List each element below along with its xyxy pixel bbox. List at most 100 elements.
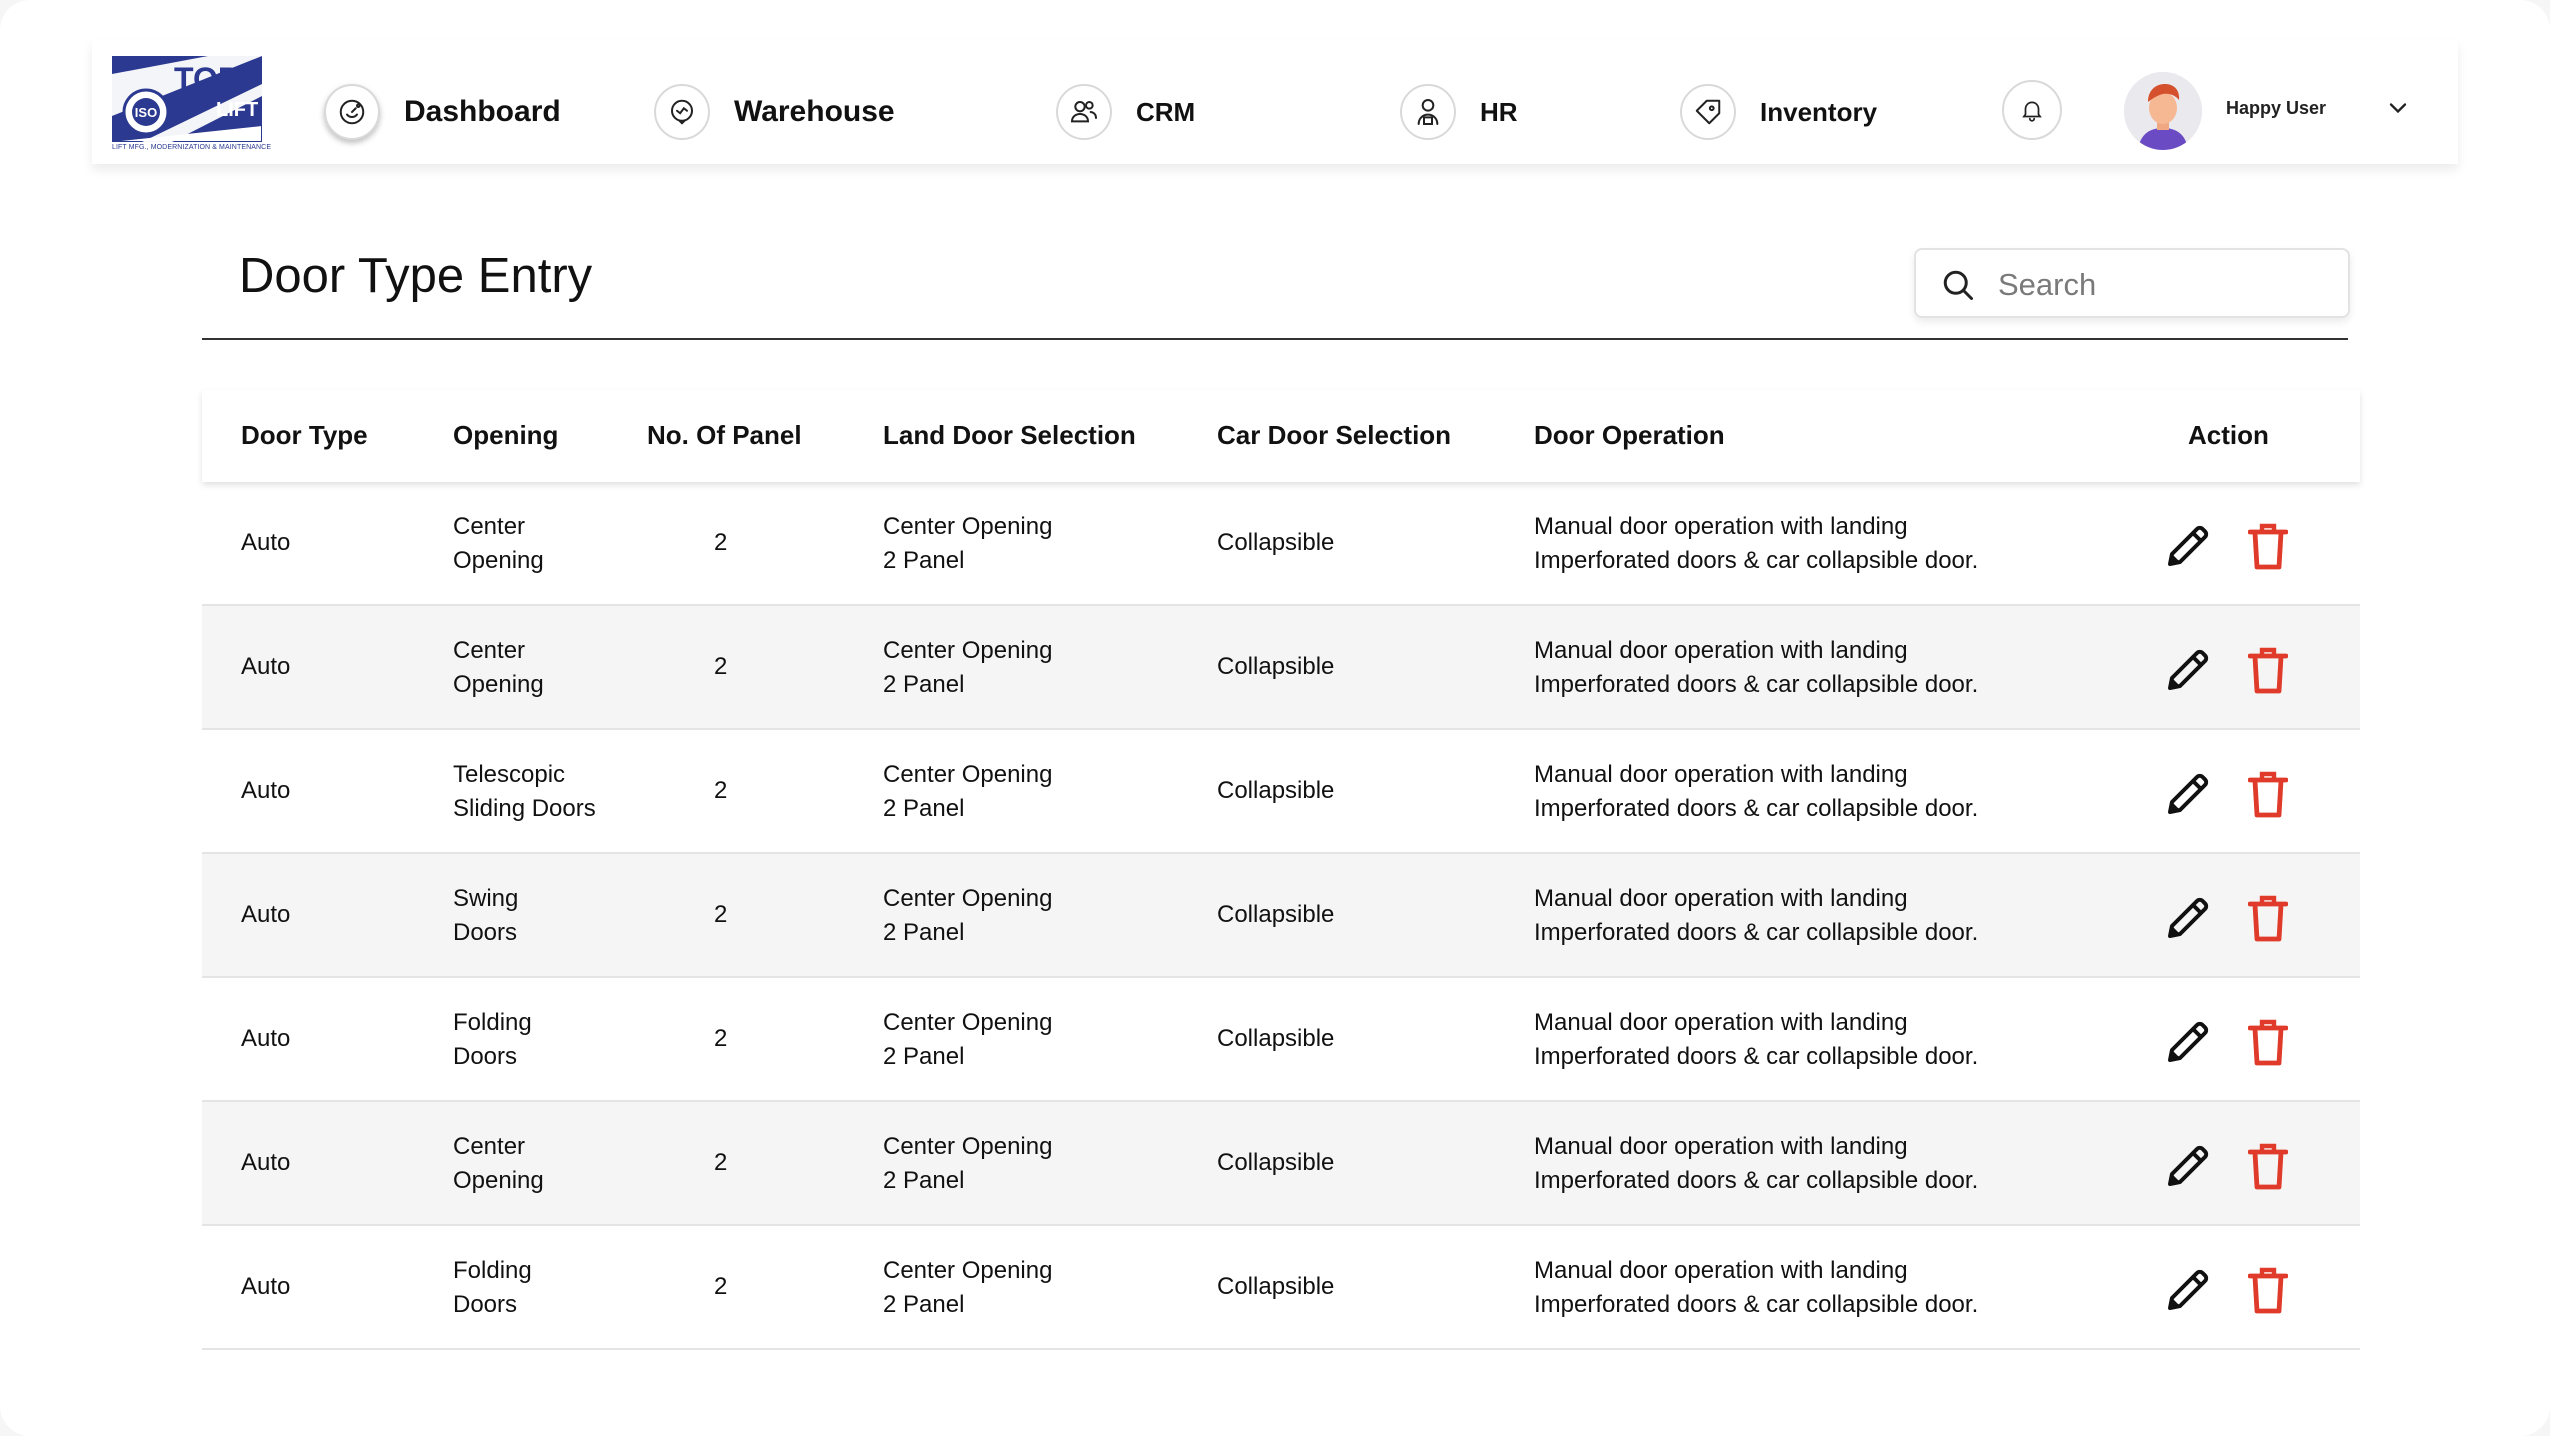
delete-trash-icon[interactable] (2248, 1018, 2288, 1066)
cell-operation: Manual door operation with landing Imperf… (1534, 761, 1979, 822)
cell-door-type: Auto (241, 1025, 291, 1052)
cell-land-door: Center Opening 2 Panel (883, 637, 1053, 698)
nav-dashboard-label: Dashboard (404, 95, 561, 128)
delete-trash-icon[interactable] (2248, 1142, 2288, 1190)
cell-land-door: Center Opening 2 Panel (883, 1009, 1053, 1070)
nav-dashboard[interactable]: Dashboard (324, 82, 561, 142)
delete-trash-icon[interactable] (2248, 770, 2288, 818)
cell-door-type: Auto (241, 777, 291, 804)
cell-opening: Folding Doors (453, 1257, 532, 1318)
delete-trash-icon[interactable] (2248, 1266, 2288, 1314)
delete-trash-icon[interactable] (2248, 646, 2288, 694)
cell-car-door: Collapsible (1217, 1273, 1335, 1300)
page-title: Door Type Entry (239, 249, 593, 303)
cell-panels: 2 (714, 1025, 728, 1052)
delete-trash-icon[interactable] (2248, 522, 2288, 570)
edit-pencil-icon[interactable] (2164, 894, 2212, 942)
edit-pencil-icon[interactable] (2164, 1142, 2212, 1190)
search-input[interactable] (1996, 262, 2330, 308)
svg-text:LIFT: LIFT (216, 99, 258, 121)
col-header-panels[interactable]: No. Of Panel (647, 420, 802, 451)
user-name[interactable]: Happy User (2226, 98, 2326, 119)
edit-pencil-icon[interactable] (2164, 522, 2212, 570)
cell-panels: 2 (714, 777, 728, 804)
tag-icon (1680, 84, 1736, 140)
cell-door-type: Auto (241, 653, 291, 680)
edit-pencil-icon[interactable] (2164, 1018, 2212, 1066)
edit-pencil-icon[interactable] (2164, 646, 2212, 694)
cell-opening: Telescopic Sliding Doors (453, 761, 596, 822)
cell-car-door: Collapsible (1217, 653, 1335, 680)
cell-operation: Manual door operation with landing Imperf… (1534, 1257, 1979, 1318)
top-navbar: ISO TOP LIFT LIFT MFG., MODERNIZATION & … (92, 40, 2458, 164)
title-divider (202, 338, 2348, 340)
cell-panels: 2 (714, 529, 728, 556)
cell-land-door: Center Opening 2 Panel (883, 1133, 1053, 1194)
col-header-opening[interactable]: Opening (453, 420, 558, 451)
cell-land-door: Center Opening 2 Panel (883, 513, 1053, 574)
company-logo[interactable]: ISO TOP LIFT LIFT MFG., MODERNIZATION & … (111, 55, 272, 156)
edit-pencil-icon[interactable] (2164, 1266, 2212, 1314)
table-row[interactable]: Auto Center Opening 2 Center Opening 2 Pan… (202, 482, 2360, 606)
cell-car-door: Collapsible (1217, 1149, 1335, 1176)
cell-opening: Folding Doors (453, 1009, 532, 1070)
cell-land-door: Center Opening 2 Panel (883, 1257, 1053, 1318)
dashboard-icon (324, 84, 380, 140)
chevron-down-icon[interactable] (2384, 94, 2412, 122)
nav-warehouse[interactable]: Warehouse (654, 82, 895, 142)
delete-trash-icon[interactable] (2248, 894, 2288, 942)
table-row[interactable]: Auto Telescopic Sliding Doors 2 Center Op… (202, 730, 2360, 854)
cell-opening: Center Opening (453, 637, 544, 698)
cell-door-type: Auto (241, 1149, 291, 1176)
cell-door-type: Auto (241, 529, 291, 556)
col-header-land-door[interactable]: Land Door Selection (883, 420, 1136, 451)
table-header: Door Type Opening No. Of Panel Land Door… (202, 390, 2360, 482)
cell-operation: Manual door operation with landing Imperf… (1534, 1009, 1979, 1070)
cell-panels: 2 (714, 1273, 728, 1300)
table-row[interactable]: Auto Folding Doors 2 Center Opening 2 Pane… (202, 1226, 2360, 1350)
warehouse-icon (654, 84, 710, 140)
col-header-car-door[interactable]: Car Door Selection (1217, 420, 1451, 451)
cell-panels: 2 (714, 1149, 728, 1176)
door-type-table: Door Type Opening No. Of Panel Land Door… (202, 390, 2360, 1350)
col-header-action: Action (2188, 420, 2269, 450)
svg-text:TOP: TOP (174, 61, 239, 97)
cell-operation: Manual door operation with landing Imperf… (1534, 637, 1979, 698)
search-box[interactable] (1914, 248, 2350, 318)
nav-inventory-label: Inventory (1760, 96, 1878, 127)
avatar[interactable] (2124, 72, 2202, 150)
cell-operation: Manual door operation with landing Imperf… (1534, 1133, 1979, 1194)
users-icon (1056, 84, 1112, 140)
cell-land-door: Center Opening 2 Panel (883, 885, 1053, 946)
table-row[interactable]: Auto Folding Doors 2 Center Opening 2 Pane… (202, 978, 2360, 1102)
edit-pencil-icon[interactable] (2164, 770, 2212, 818)
table-row[interactable]: Auto Swing Doors 2 Center Opening 2 Panel … (202, 854, 2360, 978)
nav-crm-label: CRM (1136, 96, 1196, 127)
person-icon (1400, 84, 1456, 140)
nav-warehouse-label: Warehouse (734, 95, 895, 128)
search-icon (1943, 270, 1973, 300)
app-frame: ISO TOP LIFT LIFT MFG., MODERNIZATION & … (0, 0, 2550, 1436)
cell-door-type: Auto (241, 1273, 291, 1300)
cell-opening: Center Opening (453, 513, 544, 574)
cell-panels: 2 (714, 901, 728, 928)
logo-graphic: ISO TOP LIFT (111, 55, 263, 143)
table-row[interactable]: Auto Center Opening 2 Center Opening 2 Pan… (202, 606, 2360, 730)
nav-crm[interactable]: CRM (1056, 82, 1195, 142)
logo-tagline: LIFT MFG., MODERNIZATION & MAINTENANCE (112, 144, 272, 151)
cell-panels: 2 (714, 653, 728, 680)
cell-car-door: Collapsible (1217, 777, 1335, 804)
col-header-operation[interactable]: Door Operation (1534, 420, 1725, 451)
nav-inventory[interactable]: Inventory (1680, 82, 1877, 142)
notification-bell-icon[interactable] (2002, 80, 2062, 140)
table-row[interactable]: Auto Center Opening 2 Center Opening 2 Pan… (202, 1102, 2360, 1226)
cell-land-door: Center Opening 2 Panel (883, 761, 1053, 822)
cell-operation: Manual door operation with landing Imperf… (1534, 885, 1979, 946)
col-header-door-type[interactable]: Door Type (241, 420, 368, 451)
cell-door-type: Auto (241, 901, 291, 928)
cell-car-door: Collapsible (1217, 1025, 1335, 1052)
svg-text:ISO: ISO (135, 105, 157, 120)
cell-car-door: Collapsible (1217, 901, 1335, 928)
cell-car-door: Collapsible (1217, 529, 1335, 556)
nav-hr[interactable]: HR (1400, 82, 1518, 142)
